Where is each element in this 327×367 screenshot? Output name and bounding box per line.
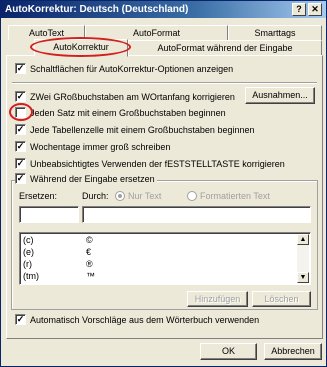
list-item[interactable]: (e) € bbox=[22, 247, 278, 258]
plain-text-label: Nur Text bbox=[128, 191, 162, 201]
formatted-text-option[interactable]: Formatierten Text bbox=[187, 190, 270, 202]
list-item-from: (c) bbox=[23, 235, 34, 245]
tab-autokorrektur[interactable]: AutoKorrektur bbox=[34, 39, 128, 57]
replacement-list[interactable]: (c) © (e) € (r) ® (tm) ™ ▲ ▼ bbox=[19, 232, 311, 285]
list-item-from: (r) bbox=[23, 259, 32, 269]
checkbox-show-buttons[interactable]: ✓ bbox=[15, 63, 26, 75]
autocorrect-panel: ✓ Schaltflächen für AutoKorrektur-Optione… bbox=[6, 55, 323, 339]
list-item-from: (e) bbox=[23, 247, 34, 257]
option-table-cells-label: Jede Tabellenzelle mit einem Großbuchsta… bbox=[30, 125, 255, 135]
option-auto-suggest[interactable]: ✓ Automatisch Vorschläge aus dem Wörterbu… bbox=[15, 314, 259, 327]
option-weekdays[interactable]: ✓ Wochentage immer groß schreiben bbox=[15, 141, 170, 154]
with-input[interactable] bbox=[82, 206, 311, 223]
radio-formatted-text[interactable] bbox=[187, 190, 197, 201]
checkbox-two-caps[interactable]: ✓ bbox=[15, 91, 26, 103]
title-bar: AutoKorrektur: Deutsch (Deutschland) bbox=[1, 1, 326, 18]
ok-button[interactable]: OK bbox=[200, 343, 257, 360]
with-label: Durch: bbox=[82, 191, 109, 201]
scroll-down-icon[interactable]: ▼ bbox=[297, 272, 309, 283]
list-item-to: © bbox=[86, 235, 93, 245]
option-sentence-start-label: Jeden Satz mit einem Großbuchstaben begi… bbox=[30, 108, 226, 118]
list-item-to: ® bbox=[86, 259, 93, 269]
checkbox-table-cells[interactable]: ✓ bbox=[15, 124, 26, 136]
option-weekdays-label: Wochentage immer groß schreiben bbox=[30, 142, 171, 152]
option-table-cells[interactable]: ✓ Jede Tabellenzelle mit einem Großbuchst… bbox=[15, 124, 254, 137]
radio-plain-text[interactable] bbox=[115, 190, 125, 201]
option-auto-suggest-label: Automatisch Vorschläge aus dem Wörterbuc… bbox=[30, 315, 260, 325]
option-show-buttons[interactable]: ✓ Schaltflächen für AutoKorrektur-Optione… bbox=[15, 63, 233, 76]
list-item[interactable]: (tm) ™ bbox=[22, 271, 278, 282]
list-scrollbar[interactable]: ▲ ▼ bbox=[297, 234, 309, 283]
option-two-caps-label: ZWei GRoßbuchstaben am WOrtanfang korrig… bbox=[30, 92, 235, 102]
add-button[interactable]: Hinzufügen bbox=[187, 291, 248, 307]
delete-button[interactable]: Löschen bbox=[252, 291, 311, 307]
list-item-from: (tm) bbox=[23, 271, 39, 281]
tab-autoformat[interactable]: AutoFormat bbox=[85, 25, 228, 40]
option-two-caps[interactable]: ✓ ZWei GRoßbuchstaben am WOrtanfang korri… bbox=[15, 91, 235, 104]
help-button[interactable]: ? bbox=[292, 3, 306, 16]
autocorrect-dialog: AutoKorrektur: Deutsch (Deutschland) ? ✕… bbox=[0, 0, 327, 367]
tab-smarttags[interactable]: Smarttags bbox=[228, 25, 322, 40]
checkbox-capslock[interactable]: ✓ bbox=[15, 158, 26, 170]
option-while-typing[interactable]: ✓ Während der Eingabe ersetzen bbox=[15, 173, 157, 186]
tab-autotext[interactable]: AutoText bbox=[8, 25, 85, 40]
exceptions-button[interactable]: Ausnahmen... bbox=[245, 87, 315, 104]
scroll-up-icon[interactable]: ▲ bbox=[297, 234, 309, 245]
list-item[interactable]: (r) ® bbox=[22, 259, 278, 270]
checkbox-weekdays[interactable]: ✓ bbox=[15, 141, 26, 153]
option-show-buttons-label: Schaltflächen für AutoKorrektur-Optionen… bbox=[30, 64, 234, 74]
window-title: AutoKorrektur: Deutsch (Deutschland) bbox=[5, 4, 189, 15]
formatted-text-label: Formatierten Text bbox=[200, 191, 270, 201]
divider bbox=[12, 82, 317, 84]
replace-label: Ersetzen: bbox=[19, 191, 58, 201]
close-button[interactable]: ✕ bbox=[308, 3, 322, 16]
checkbox-auto-suggest[interactable]: ✓ bbox=[15, 314, 26, 326]
option-while-typing-label: Während der Eingabe ersetzen bbox=[30, 174, 155, 184]
replace-input[interactable] bbox=[19, 206, 79, 223]
checkbox-sentence-start[interactable] bbox=[15, 107, 26, 119]
list-item-to: ™ bbox=[86, 271, 95, 281]
option-sentence-start[interactable]: Jeden Satz mit einem Großbuchstaben begi… bbox=[15, 107, 226, 120]
list-item[interactable]: (c) © bbox=[22, 235, 278, 246]
list-item-to: € bbox=[86, 247, 92, 257]
plain-text-option[interactable]: Nur Text bbox=[115, 190, 162, 202]
checkbox-while-typing[interactable]: ✓ bbox=[15, 173, 26, 185]
option-capslock-label: Unbeabsichtigtes Verwenden der fESTSTELL… bbox=[30, 159, 285, 169]
cancel-button[interactable]: Abbrechen bbox=[264, 343, 322, 360]
option-capslock[interactable]: ✓ Unbeabsichtigtes Verwenden der fESTSTEL… bbox=[15, 158, 285, 171]
tab-autoformat-while-typing[interactable]: AutoFormat während der Eingabe bbox=[128, 40, 322, 55]
